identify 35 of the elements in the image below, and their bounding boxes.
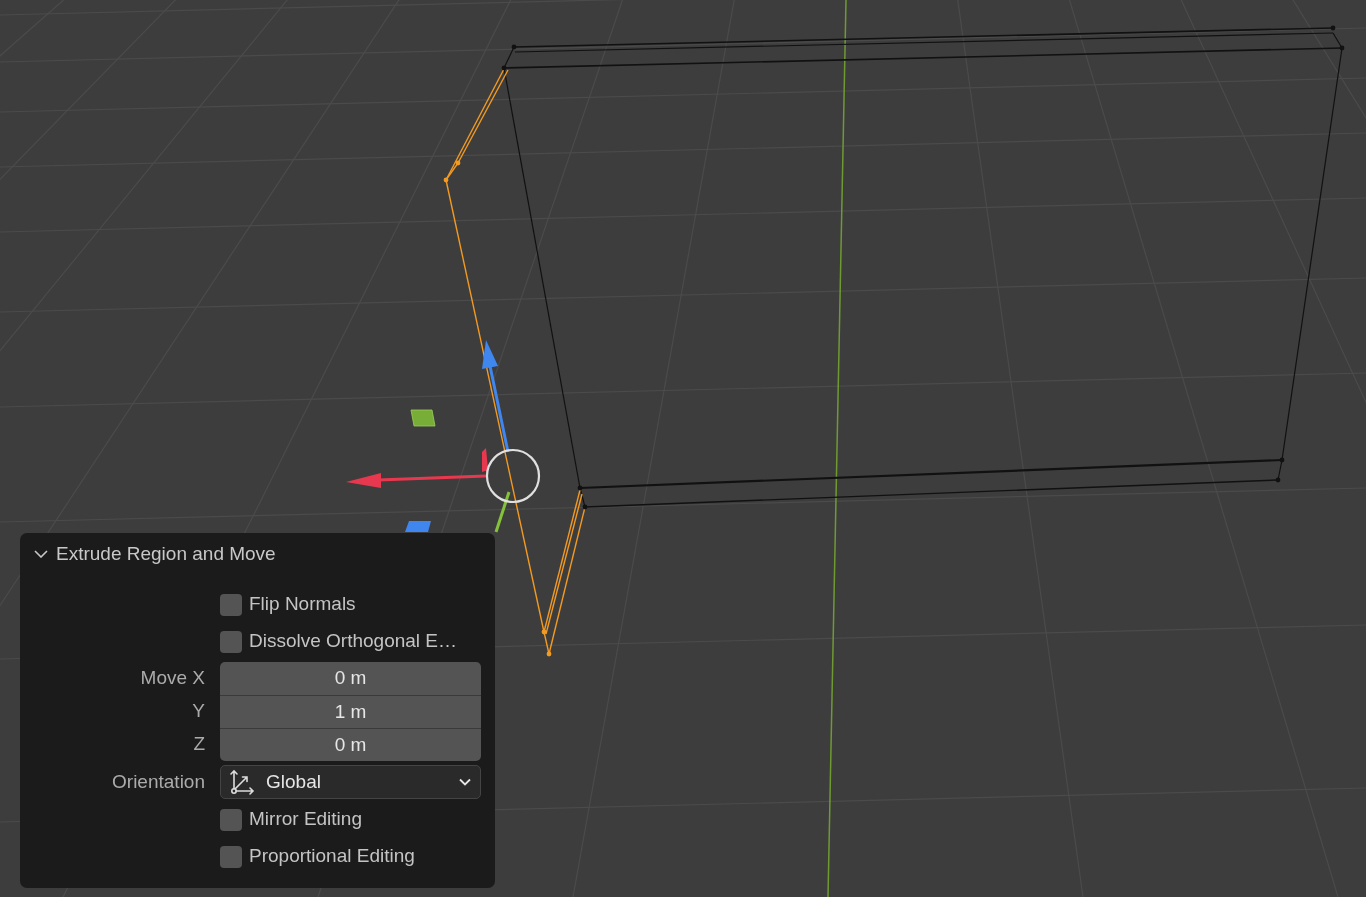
field-label: Y — [192, 699, 205, 724]
checkbox[interactable] — [220, 593, 242, 616]
mesh-vertex — [1339, 45, 1345, 51]
checkbox[interactable] — [220, 845, 242, 868]
field-label: Move X — [140, 666, 205, 691]
plane-handle[interactable] — [482, 448, 488, 472]
field-label: Z — [193, 732, 205, 757]
selected-vertex — [443, 177, 449, 183]
field-label: Orientation — [112, 769, 205, 794]
z-axis-arrow[interactable] — [482, 340, 510, 453]
transform-pivot-ring[interactable] — [485, 448, 541, 504]
checkbox-label[interactable]: Mirror Editing — [249, 805, 362, 834]
number-field[interactable]: 1 m — [220, 695, 481, 728]
checkbox[interactable] — [220, 630, 242, 653]
checkbox-label[interactable]: Dissolve Orthogonal E… — [249, 627, 458, 656]
mesh-vertex — [577, 485, 583, 491]
mesh-vertex — [1275, 477, 1281, 483]
panel-header[interactable]: Extrude Region and Move — [20, 533, 282, 575]
selected-vertex — [541, 629, 547, 635]
checkbox-label[interactable]: Proportional Editing — [249, 842, 415, 871]
axes-icon — [229, 769, 255, 795]
number-field[interactable]: 0 m — [220, 728, 481, 761]
selected-vertex — [546, 651, 552, 657]
mesh-vertex — [1330, 25, 1336, 31]
number-field[interactable]: 0 m — [220, 662, 481, 695]
selected-vertex — [455, 160, 461, 166]
chevron-down-icon — [459, 778, 471, 786]
checkbox[interactable] — [220, 808, 242, 831]
dropdown[interactable]: Global — [220, 765, 481, 799]
plane-handle[interactable] — [410, 409, 436, 427]
mesh-vertex — [1279, 457, 1285, 463]
mesh-vertex — [511, 44, 517, 50]
checkbox-label[interactable]: Flip Normals — [249, 590, 356, 619]
mesh-vertex — [582, 504, 588, 510]
mesh-vertex — [501, 65, 507, 71]
